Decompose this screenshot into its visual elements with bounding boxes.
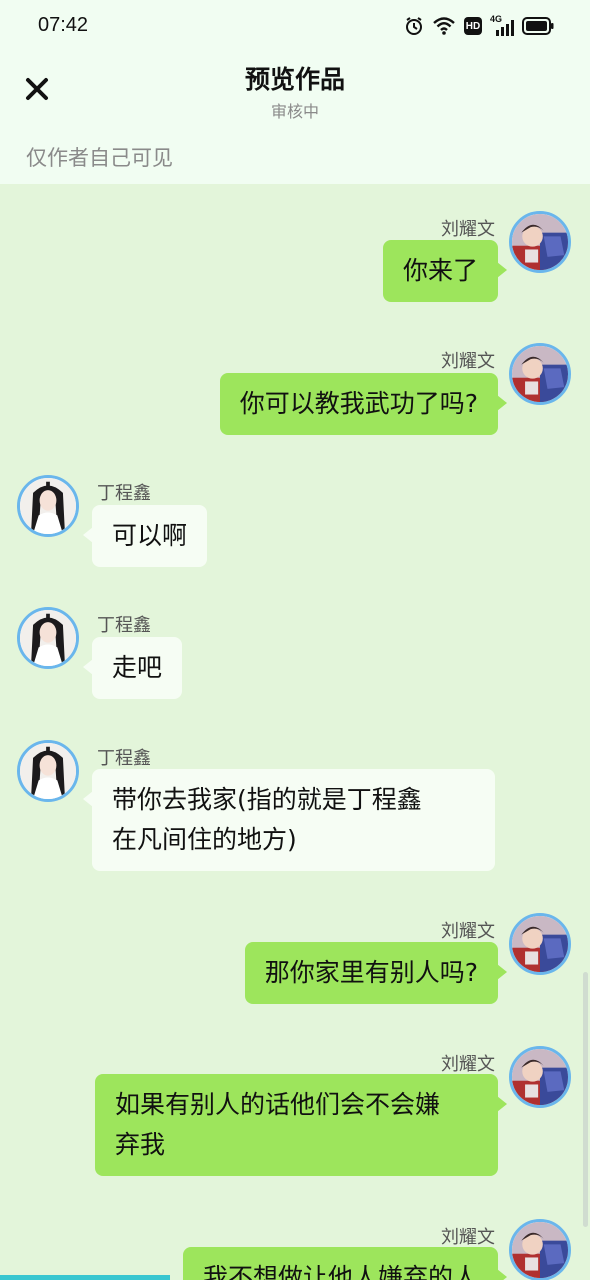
message-line: 弃我 xyxy=(115,1130,166,1159)
avatar[interactable] xyxy=(509,211,571,273)
message-bubble[interactable]: 如果有别人的话他们会不会嫌 弃我 xyxy=(95,1074,507,1176)
message-bubble[interactable]: 你可以教我武功了吗? xyxy=(219,373,508,435)
message-bubble[interactable]: 带你去我家(指的就是丁程鑫 在凡间住的地方) xyxy=(83,769,495,871)
avatar[interactable] xyxy=(509,913,571,975)
sender-name: 丁程鑫 xyxy=(97,748,151,769)
status-icons: HD 4G xyxy=(404,14,554,38)
sender-name: 刘耀文 xyxy=(441,351,495,372)
avatar[interactable] xyxy=(17,475,79,537)
message-bubble[interactable]: 走吧 xyxy=(82,637,183,699)
signal-icon: 4G xyxy=(490,14,514,36)
avatar[interactable] xyxy=(17,607,79,669)
alarm-icon xyxy=(404,16,424,36)
avatar[interactable] xyxy=(17,740,79,802)
sender-name: 丁程鑫 xyxy=(97,483,151,504)
header-area: 07:42 HD 4G 预览作品 审核中 仅作者自己可见 xyxy=(0,0,590,184)
review-status: 审核中 xyxy=(270,102,319,121)
avatar[interactable] xyxy=(509,343,571,405)
message-bubble[interactable]: 你来了 xyxy=(382,240,508,302)
battery-icon xyxy=(522,17,554,35)
message-bubble[interactable]: 我不想做让他人嫌弃的人 xyxy=(182,1247,508,1280)
message-line: 带你去我家(指的就是丁程鑫 xyxy=(112,785,422,814)
page-title: 预览作品 xyxy=(244,65,345,94)
message-line: 在凡间住的地方) xyxy=(112,825,297,854)
message-line: 如果有别人的话他们会不会嫌 xyxy=(115,1090,441,1119)
sender-name: 丁程鑫 xyxy=(97,615,151,636)
avatar[interactable] xyxy=(509,1219,571,1280)
status-time: 07:42 xyxy=(38,14,89,36)
message-bubble[interactable]: 可以啊 xyxy=(82,505,208,567)
sender-name: 刘耀文 xyxy=(441,1054,495,1075)
progress-indicator xyxy=(0,1275,170,1280)
sender-name: 刘耀文 xyxy=(441,219,495,240)
visibility-notice: 仅作者自己可见 xyxy=(26,146,173,170)
sender-name: 刘耀文 xyxy=(441,921,495,942)
sender-name: 刘耀文 xyxy=(441,1227,495,1248)
message-bubble[interactable]: 那你家里有别人吗? xyxy=(244,942,508,1004)
wifi-icon xyxy=(432,16,456,36)
hd-icon: HD xyxy=(464,17,482,35)
avatar[interactable] xyxy=(509,1046,571,1108)
status-bar: 07:42 HD 4G xyxy=(0,0,590,52)
scrollbar[interactable] xyxy=(583,972,588,1227)
chat-area[interactable]: 刘耀文 你来了 刘耀文 你可以教我武功了吗? 丁程鑫 可以啊 丁程鑫 走吧 丁程… xyxy=(0,184,590,1280)
